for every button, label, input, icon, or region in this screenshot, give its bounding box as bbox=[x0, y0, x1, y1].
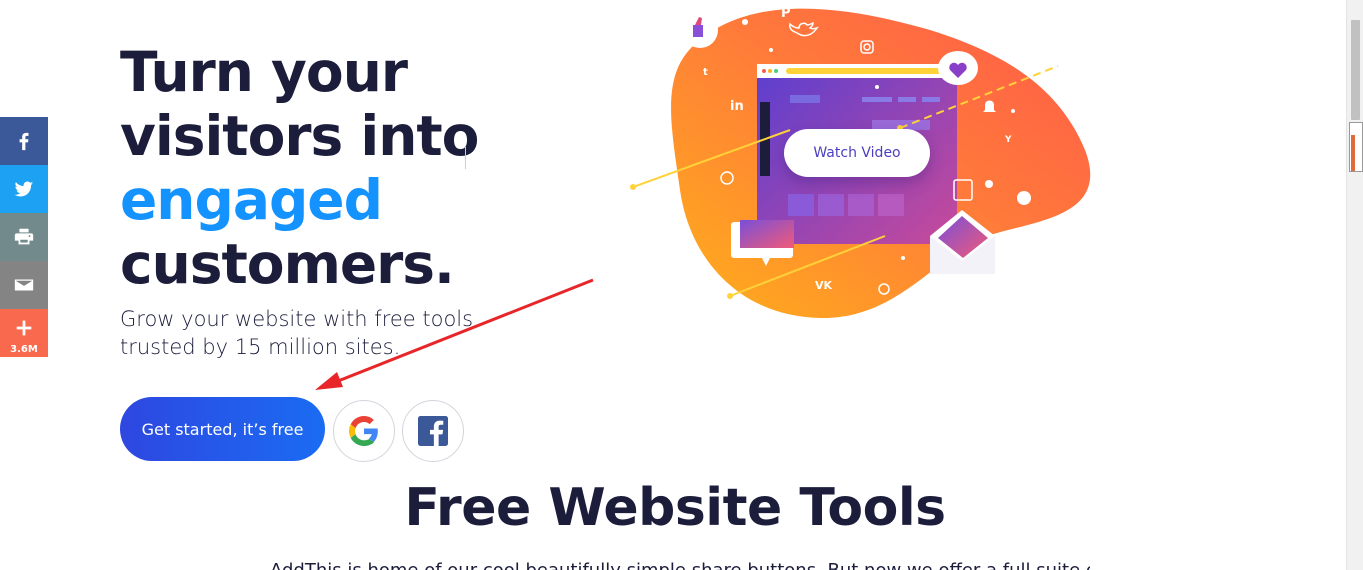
spotify-icon bbox=[1017, 191, 1031, 205]
linkedin-icon: in bbox=[730, 99, 744, 114]
share-twitter-button[interactable] bbox=[0, 165, 48, 213]
section-title: Free Website Tools bbox=[404, 478, 946, 538]
annotation-arrow bbox=[315, 278, 594, 390]
hero-title-line: Turn your bbox=[120, 40, 408, 104]
envelope-icon bbox=[14, 279, 34, 291]
printer-icon bbox=[14, 228, 34, 245]
text-cursor bbox=[465, 147, 466, 169]
facebook-icon bbox=[19, 132, 29, 151]
tumblr-icon: t bbox=[703, 67, 708, 78]
share-more-button[interactable]: 3.6M bbox=[0, 309, 48, 357]
yammer-icon: Y bbox=[1004, 135, 1012, 145]
section-description: AddThis is home of our cool beautifully … bbox=[270, 560, 1090, 570]
heart-bubble bbox=[938, 51, 978, 85]
facebook-square-icon bbox=[418, 416, 448, 446]
twitter-icon bbox=[14, 181, 34, 197]
google-icon bbox=[349, 416, 378, 446]
page-scrollbar[interactable] bbox=[1346, 0, 1363, 570]
scrollbar-thumb[interactable] bbox=[1351, 20, 1360, 120]
share-print-button[interactable] bbox=[0, 213, 48, 261]
share-sidebar: 3.6M bbox=[0, 117, 48, 357]
vk-icon: VK bbox=[815, 279, 833, 292]
pinterest-icon: P bbox=[781, 6, 791, 21]
share-facebook-button[interactable] bbox=[0, 117, 48, 165]
hero-title: Turn your visitors into engaged customer… bbox=[120, 40, 480, 296]
share-count: 3.6M bbox=[10, 344, 38, 355]
scrollbar-marker bbox=[1349, 122, 1363, 172]
facebook-signup-button[interactable] bbox=[402, 400, 464, 462]
watch-video-button[interactable]: Watch Video bbox=[784, 129, 930, 177]
like-bubble bbox=[682, 12, 718, 48]
plus-icon bbox=[16, 320, 32, 336]
google-signup-button[interactable] bbox=[333, 400, 395, 462]
get-started-button[interactable]: Get started, it’s free bbox=[120, 397, 325, 461]
hero-title-line: visitors into bbox=[120, 104, 479, 168]
hero-title-accent: engaged bbox=[120, 168, 383, 232]
share-email-button[interactable] bbox=[0, 261, 48, 309]
